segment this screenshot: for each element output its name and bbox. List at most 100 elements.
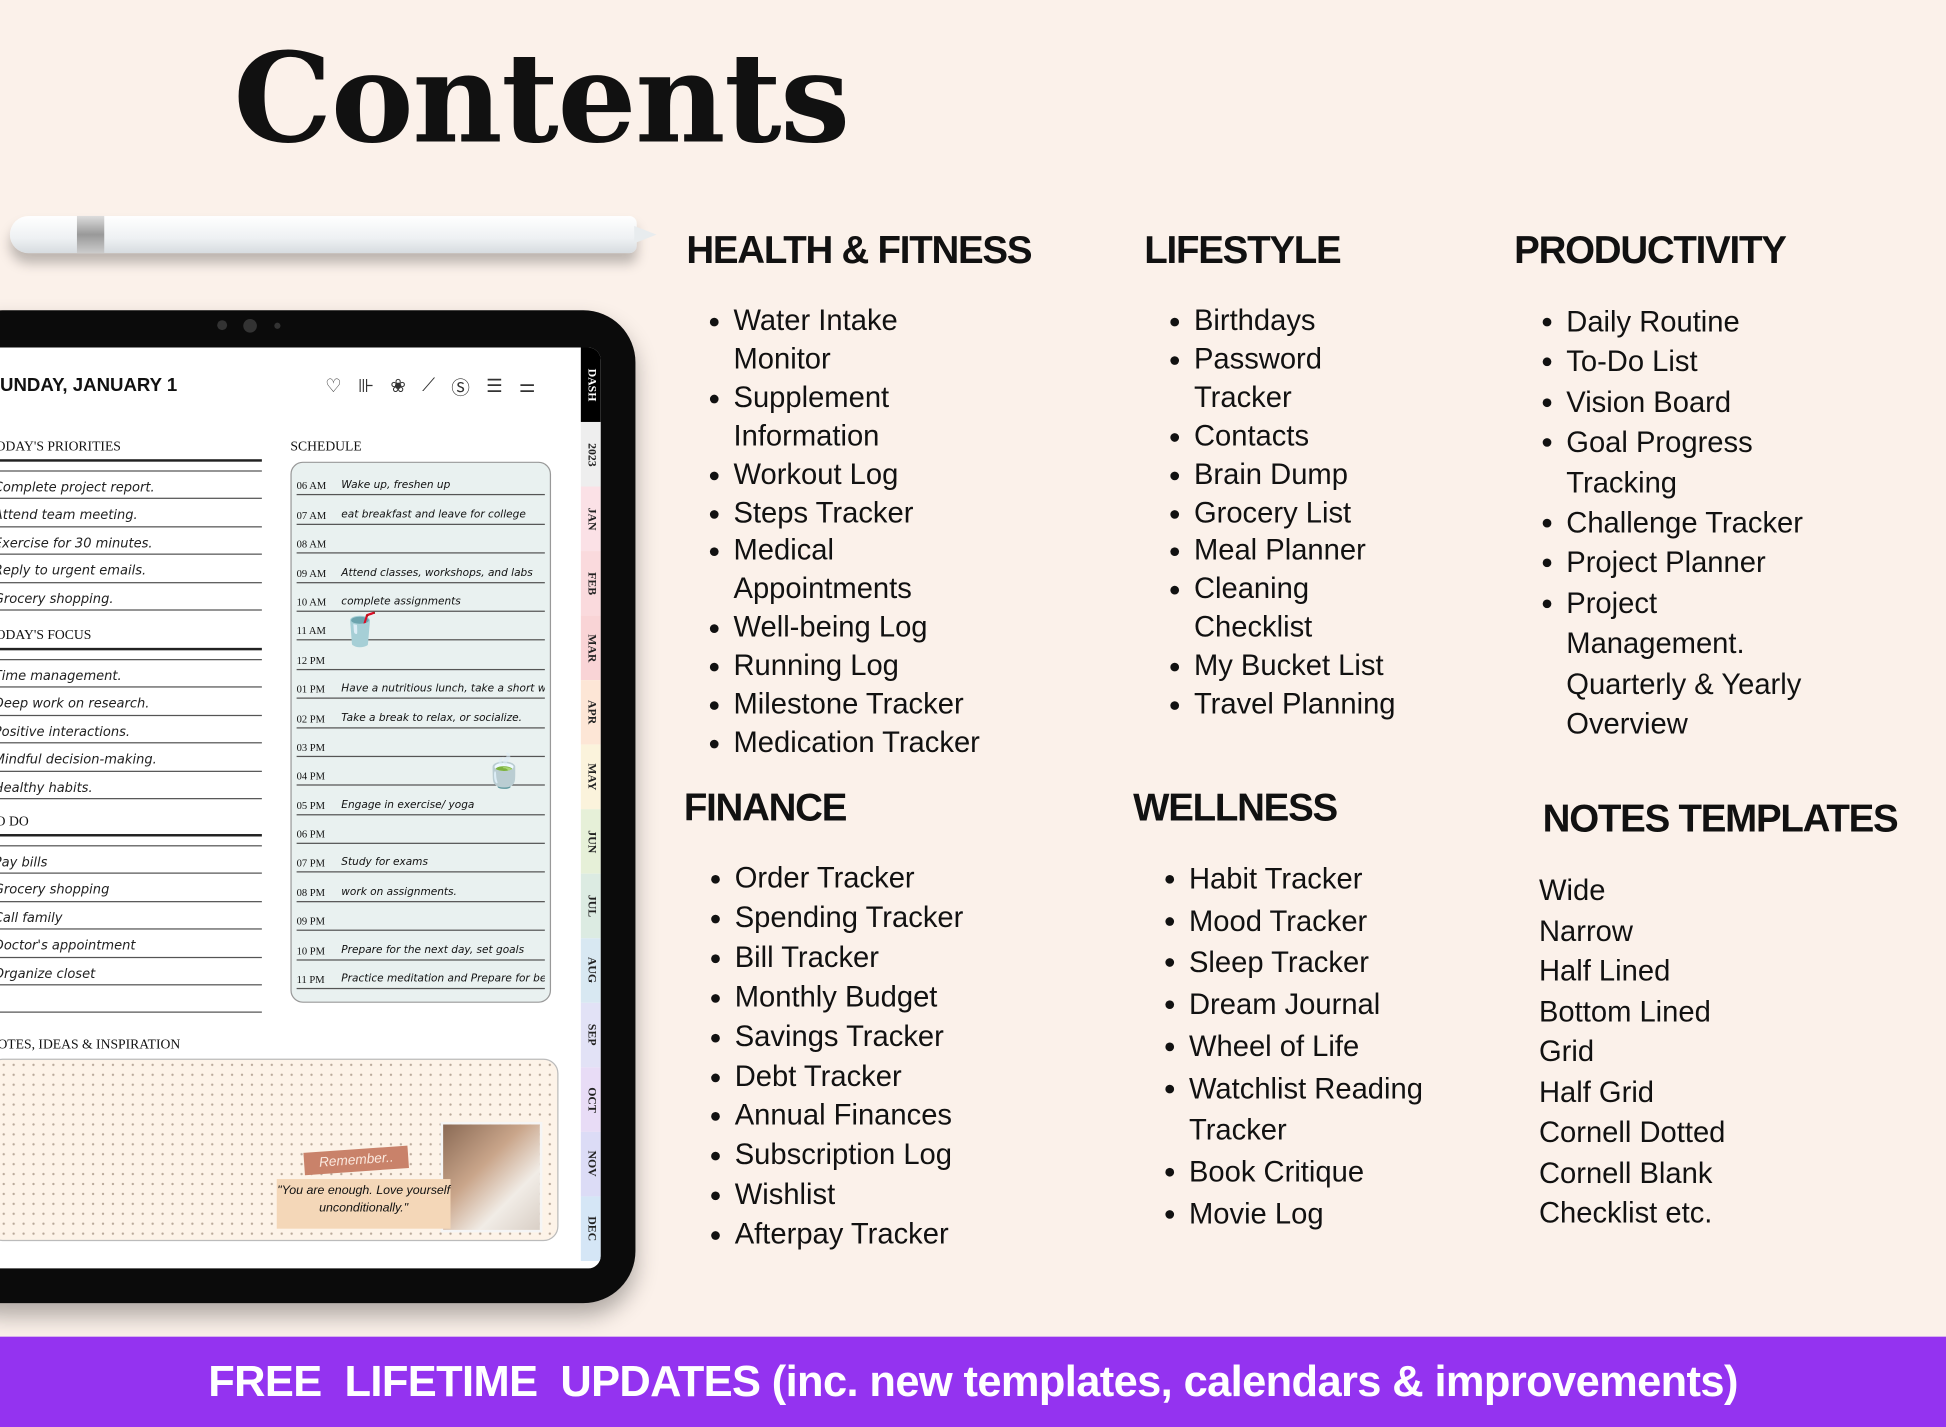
priorities-item[interactable]: Grocery shopping.: [0, 583, 262, 611]
focus-item[interactable]: Healthy habits.: [0, 771, 262, 800]
list-item: Daily Routine: [1542, 302, 1803, 342]
list-item: Grid: [1538, 1035, 1595, 1068]
todo-item[interactable]: Pay bills: [0, 846, 262, 875]
focus-item[interactable]: Positive interactions.: [0, 716, 262, 744]
priorities-item[interactable]: Reply to urgent emails.: [0, 555, 262, 583]
todo-item[interactable]: Doctor's appointment: [0, 930, 262, 958]
schedule-row[interactable]: 09 AM Attend classes, workshops, and labs: [296, 554, 545, 583]
schedule-activity: eat breakfast and leave for college: [341, 508, 526, 521]
notes-icon[interactable]: ☰: [486, 375, 503, 401]
tab-feb[interactable]: FEB: [580, 551, 601, 616]
dumbbell-icon[interactable]: ⊪: [358, 375, 374, 401]
schedule-row[interactable]: 01 PM Have a nutritious lunch, take a sho…: [296, 670, 545, 699]
tab-jul[interactable]: JUL: [580, 873, 601, 939]
todo-item[interactable]: Grocery shopping: [0, 874, 262, 903]
schedule-activity: Engage in exercise/ yoga: [341, 798, 475, 812]
list-item: Half Grid: [1538, 1075, 1655, 1108]
list-item: Cornell Dotted: [1538, 1115, 1726, 1149]
list-item: Wide: [1538, 873, 1606, 907]
section-heading-finance: FINANCE: [683, 785, 848, 830]
lotus-icon[interactable]: ❀: [390, 375, 406, 401]
notes-heading: NOTES, IDEAS & INSPIRATION: [0, 1037, 181, 1053]
tab-oct[interactable]: OCT: [580, 1067, 601, 1132]
list-item: Well-being Log: [709, 608, 979, 646]
focus-item[interactable]: Deep work on research.: [0, 688, 262, 716]
schedule-time: 05 PM: [296, 798, 326, 812]
dollar-icon[interactable]: Ⓢ: [451, 375, 470, 401]
tab-dash[interactable]: DASH: [580, 347, 601, 422]
schedule-row[interactable]: 10 PM Prepare for the next day, set goals: [296, 931, 545, 961]
schedule-time: 09 AM: [296, 566, 327, 580]
schedule-row[interactable]: 11 PM Practice meditation and Prepare for…: [296, 960, 545, 990]
priorities-list: Complete project report. Attend team meet…: [0, 459, 262, 611]
tea-cup-icon: 🍵: [484, 752, 525, 790]
list-item: Checklist: [1193, 610, 1313, 644]
schedule-row[interactable]: 08 PM work on assignments.: [296, 873, 545, 903]
month-tabs: DASH 2023 JAN FEB MAR APR MAY JUN JUL AUG SEP OCT NO…: [580, 347, 601, 1269]
list-item: Monthly Budget: [711, 978, 964, 1018]
schedule-row[interactable]: 12 PM: [296, 641, 545, 670]
list-item: Watchlist Reading: [1165, 1068, 1423, 1110]
tab-dec[interactable]: DEC: [580, 1196, 601, 1261]
schedule-row[interactable]: 02 PM Take a break to relax, or socialize…: [296, 699, 545, 728]
schedule-time: 10 AM: [296, 595, 327, 609]
schedule-activity: work on assignments.: [341, 885, 457, 899]
heart-rate-icon[interactable]: ♡: [325, 375, 342, 401]
list-item: Contacts: [1170, 417, 1396, 455]
priorities-item[interactable]: Attend team meeting.: [0, 499, 262, 528]
tab-mar[interactable]: MAR: [580, 615, 601, 681]
tab-2023[interactable]: 2023: [580, 421, 601, 487]
list-item: Challenge Tracker: [1542, 503, 1803, 543]
tab-sep[interactable]: SEP: [580, 1002, 601, 1068]
tab-aug[interactable]: AUG: [580, 938, 601, 1003]
sliders-icon[interactable]: ⚌: [519, 375, 536, 401]
schedule-row[interactable]: 11 AM: [296, 612, 545, 641]
focus-item[interactable]: Mindful decision-making.: [0, 744, 262, 772]
list-item: Half Lined: [1538, 954, 1671, 987]
tab-may[interactable]: MAY: [580, 744, 601, 810]
priorities-item[interactable]: Complete project report.: [0, 472, 262, 500]
planner-date: SUNDAY, JANUARY 1: [0, 374, 178, 396]
finance-list: Order Tracker Spending Tracker Bill Tracke…: [710, 859, 963, 1255]
list-item: Meal Planner: [1170, 532, 1396, 570]
schedule-time: 08 PM: [296, 885, 326, 899]
list-item: Vision Board: [1542, 382, 1803, 422]
schedule-row[interactable]: 06 PM: [296, 815, 545, 845]
schedule-row[interactable]: 10 AM complete assignments: [296, 583, 545, 612]
schedule-time: 02 PM: [296, 711, 326, 725]
tab-nov[interactable]: NOV: [580, 1131, 601, 1197]
list-item: Workout Log: [709, 455, 979, 493]
schedule-time: 06 AM: [296, 479, 327, 492]
list-item: Project Planner: [1542, 543, 1803, 583]
list-item: Movie Log: [1165, 1193, 1423, 1235]
todo-item[interactable]: Organize closet: [0, 958, 262, 986]
schedule-row[interactable]: 09 PM: [296, 902, 545, 932]
priorities-item[interactable]: Exercise for 30 minutes.: [0, 527, 262, 555]
list-item: Milestone Tracker: [709, 685, 979, 723]
lifestyle-list: Birthdays Password Tracker Contacts Brain Du…: [1169, 302, 1396, 724]
list-item: Project: [1542, 583, 1803, 623]
schedule-activity: Study for exams: [341, 856, 428, 870]
schedule-row[interactable]: 07 PM Study for exams: [296, 844, 545, 874]
schedule-row[interactable]: 08 AM: [296, 525, 545, 554]
list-item: Birthdays: [1170, 302, 1396, 340]
focus-list: Time management. Deep work on research. Po…: [0, 647, 262, 800]
camera-icon: [243, 318, 257, 333]
trend-icon[interactable]: ⟋: [422, 375, 435, 401]
todo-list: Pay billsGrocery shoppingCall familyDoct…: [0, 834, 262, 1014]
tab-jun[interactable]: JUN: [580, 809, 601, 874]
list-item: Bottom Lined: [1538, 994, 1711, 1028]
wellness-list: Habit Tracker Mood Tracker Sleep Tracker Dr…: [1164, 859, 1423, 1235]
tab-jan[interactable]: JAN: [580, 486, 601, 552]
divider: [0, 459, 262, 472]
list-item: Order Tracker: [711, 859, 964, 899]
list-item: Monitor: [733, 342, 831, 375]
list-item: Travel Planning: [1170, 685, 1396, 723]
tab-apr[interactable]: APR: [580, 680, 601, 745]
focus-item[interactable]: Time management.: [0, 660, 262, 689]
todo-item[interactable]: Call family: [0, 902, 262, 930]
todo-item[interactable]: [0, 985, 262, 1014]
schedule-row[interactable]: 06 AM Wake up, freshen up: [296, 467, 545, 496]
list-item: Goal Progress: [1542, 422, 1803, 462]
schedule-row[interactable]: 07 AM eat breakfast and leave for college: [296, 496, 545, 525]
